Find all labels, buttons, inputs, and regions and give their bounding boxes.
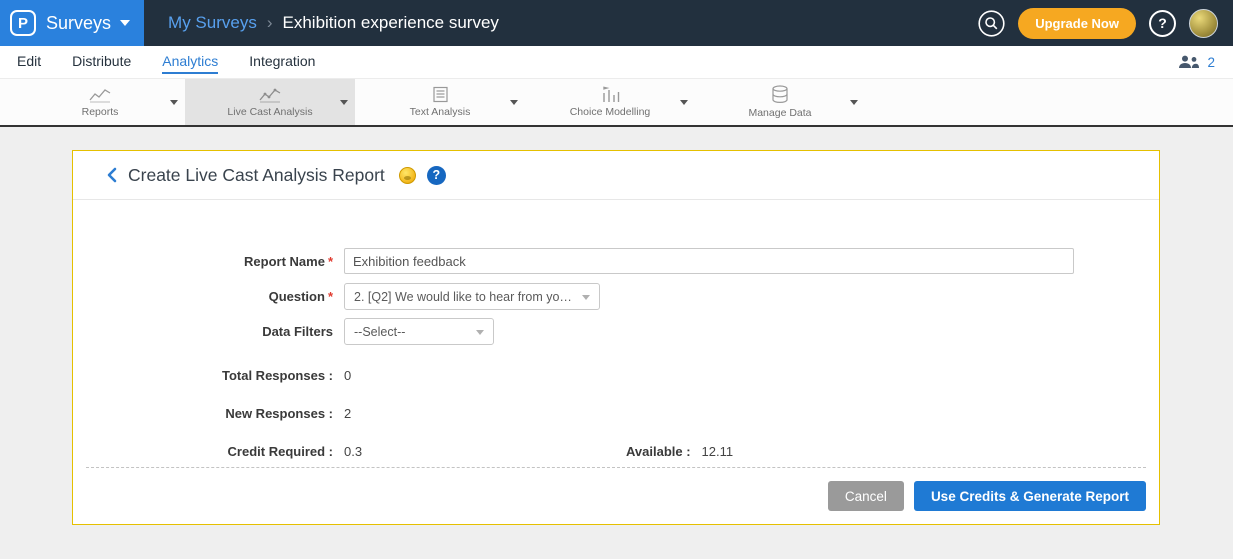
available-label: Available : xyxy=(626,444,691,459)
data-filters-select[interactable]: --Select-- xyxy=(344,318,494,345)
report-name-input[interactable] xyxy=(344,248,1074,274)
tab-label: Manage Data xyxy=(748,107,812,119)
create-report-panel: Create Live Cast Analysis Report ? Repor… xyxy=(72,150,1160,525)
total-responses-label: Total Responses : xyxy=(221,368,333,383)
search-icon xyxy=(978,9,1005,37)
topbar-actions: Upgrade Now ? xyxy=(978,7,1233,39)
breadcrumb: My Surveys › Exhibition experience surve… xyxy=(168,13,499,33)
product-switcher[interactable]: P Surveys xyxy=(0,0,145,46)
live-cast-chart-icon xyxy=(259,88,281,102)
main-content: Create Live Cast Analysis Report ? Repor… xyxy=(0,127,1233,559)
question-select[interactable]: 2. [Q2] We would like to hear from you..… xyxy=(344,283,600,310)
chevron-down-icon xyxy=(120,20,131,26)
database-icon xyxy=(772,85,788,104)
question-label: Question * xyxy=(268,289,333,304)
credits-coin-icon xyxy=(398,166,416,184)
upgrade-now-button[interactable]: Upgrade Now xyxy=(1018,7,1136,39)
chevron-down-icon[interactable] xyxy=(340,100,348,105)
data-filters-row: Data Filters --Select-- xyxy=(73,318,1159,345)
nav-item-distribute[interactable]: Distribute xyxy=(72,46,131,78)
logo-letter: P xyxy=(10,10,36,36)
nav-item-edit[interactable]: Edit xyxy=(17,46,41,78)
chevron-down-icon[interactable] xyxy=(170,100,178,105)
nav-item-integration[interactable]: Integration xyxy=(249,46,315,78)
analytics-toolbar: Reports Live Cast Analysis Text Analysis… xyxy=(0,79,1233,127)
page-title: Create Live Cast Analysis Report xyxy=(128,164,385,185)
nav-item-label: Distribute xyxy=(72,52,132,69)
tab-choice-modelling[interactable]: Choice Modelling xyxy=(525,79,695,125)
required-asterisk: * xyxy=(327,253,333,269)
panel-help-button[interactable]: ? xyxy=(426,165,446,185)
nav-item-label: Integration xyxy=(249,52,316,69)
tab-label: Choice Modelling xyxy=(569,106,651,118)
credit-required-value: 0.3 xyxy=(344,444,363,459)
chevron-down-icon[interactable] xyxy=(850,100,858,105)
app-root: P Surveys My Surveys › Exhibition experi… xyxy=(0,0,1233,559)
total-responses-value: 0 xyxy=(344,368,352,383)
credit-required-label: Credit Required : xyxy=(227,444,333,459)
tab-manage-data[interactable]: Manage Data xyxy=(695,79,865,125)
new-responses-value: 2 xyxy=(344,406,352,421)
topbar: P Surveys My Surveys › Exhibition experi… xyxy=(0,0,1233,46)
data-filters-select-value: --Select-- xyxy=(354,324,406,339)
breadcrumb-my-surveys[interactable]: My Surveys xyxy=(168,13,257,33)
report-form: Report Name* Question* 2. [Q2] We would … xyxy=(73,200,1159,459)
cancel-button[interactable]: Cancel xyxy=(827,481,904,511)
data-filters-label: Data Filters xyxy=(262,324,333,339)
collaborators-count: 2 xyxy=(1207,54,1215,70)
help-button[interactable]: ? xyxy=(1149,9,1176,37)
tab-reports[interactable]: Reports xyxy=(15,79,185,125)
report-name-label: Report Name * xyxy=(244,253,333,269)
report-name-row: Report Name * xyxy=(73,248,1159,274)
breadcrumb-current-survey: Exhibition experience survey xyxy=(282,13,499,32)
tab-text-analysis[interactable]: Text Analysis xyxy=(355,79,525,125)
line-chart-icon xyxy=(89,88,111,102)
back-button[interactable] xyxy=(106,167,117,183)
tab-label: Text Analysis xyxy=(409,106,471,118)
question-row: Question * 2. [Q2] We would like to hear … xyxy=(73,283,1159,310)
search-button[interactable] xyxy=(978,9,1005,37)
chevron-left-icon xyxy=(107,167,117,183)
nav-item-label: Edit xyxy=(17,52,42,69)
collaborators[interactable]: 2 xyxy=(1178,46,1215,78)
avatar[interactable] xyxy=(1189,8,1218,38)
people-icon xyxy=(1179,55,1200,68)
new-responses-label: New Responses : xyxy=(225,406,333,421)
new-responses-row: New Responses : 2 xyxy=(73,406,1159,421)
total-responses-row: Total Responses : 0 xyxy=(73,368,1159,383)
available-value: 12.11 xyxy=(701,444,734,459)
tab-label: Live Cast Analysis xyxy=(227,105,313,118)
nav-item-label: Analytics xyxy=(162,51,219,74)
required-asterisk: * xyxy=(327,289,333,304)
generate-report-button[interactable]: Use Credits & Generate Report xyxy=(913,481,1146,511)
questionpro-logo-icon: P xyxy=(0,0,46,46)
panel-header: Create Live Cast Analysis Report ? xyxy=(73,151,1159,200)
text-document-icon xyxy=(432,86,448,103)
tab-live-cast-analysis[interactable]: Live Cast Analysis xyxy=(185,79,355,125)
chevron-down-icon[interactable] xyxy=(680,100,688,105)
breadcrumb-separator: › xyxy=(266,13,273,32)
bar-chart-flag-icon xyxy=(603,86,620,102)
chevron-down-icon[interactable] xyxy=(510,100,518,105)
tab-label: Reports xyxy=(81,105,119,118)
survey-nav: Edit Distribute Analytics Integration 2 xyxy=(0,46,1233,79)
nav-item-analytics[interactable]: Analytics xyxy=(162,46,219,78)
question-select-value: 2. [Q2] We would like to hear from you..… xyxy=(354,289,573,304)
product-switcher-label: Surveys xyxy=(46,12,112,33)
panel-footer: Cancel Use Credits & Generate Report xyxy=(73,468,1159,511)
credit-required-row: Credit Required : 0.3 Available : 12.11 xyxy=(73,444,1159,459)
